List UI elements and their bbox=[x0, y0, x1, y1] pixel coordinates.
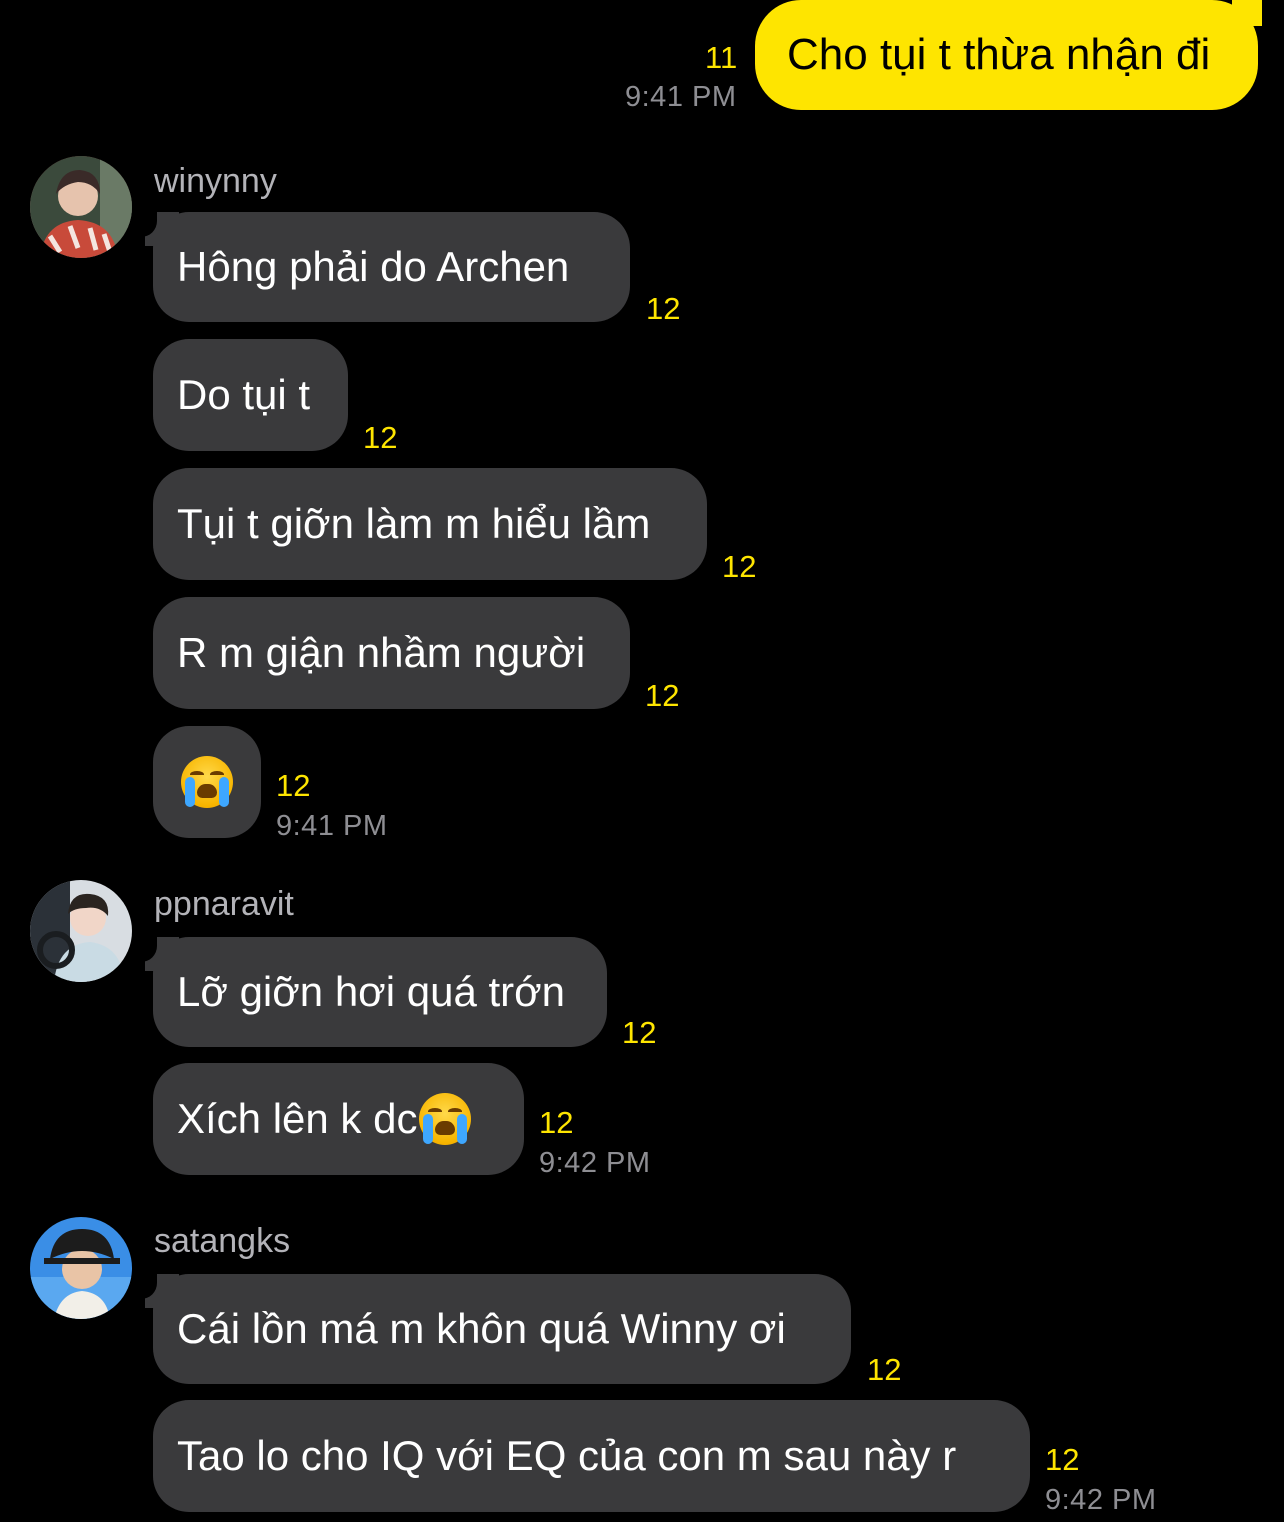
message-bubble[interactable]: Cái lồn má m khôn quá Winny ơi bbox=[141, 1273, 851, 1384]
message-text: Tụi t giỡn làm m hiểu lầm bbox=[177, 500, 651, 547]
read-count: 12 bbox=[646, 291, 681, 326]
avatar-winynny[interactable] bbox=[30, 156, 132, 258]
message-text: R m giận nhầm người bbox=[177, 629, 586, 676]
read-count: 12 bbox=[1045, 1442, 1080, 1477]
user-avatar-icon bbox=[30, 156, 132, 258]
read-count: 12 bbox=[645, 678, 680, 713]
message-bubble[interactable]: Lỡ giỡn hơi quá trớn bbox=[141, 936, 607, 1047]
message-text: Lỡ giỡn hơi quá trớn bbox=[177, 968, 566, 1015]
message-text: Tao lo cho IQ với EQ của con m sau này r bbox=[177, 1432, 957, 1479]
message-bubble[interactable]: Hông phải do Archen bbox=[141, 211, 630, 322]
timestamp: 9:42 PM bbox=[1045, 1484, 1157, 1516]
timestamp: 9:42 PM bbox=[539, 1147, 651, 1179]
loudly-crying-face-icon bbox=[181, 756, 233, 808]
message-bubble[interactable]: Xích lên k dc bbox=[153, 1063, 524, 1175]
sent-message-bubble[interactable]: Cho tụi t thừa nhận đi bbox=[755, 0, 1262, 110]
message-bubble[interactable]: Tụi t giỡn làm m hiểu lầm bbox=[153, 468, 707, 580]
read-count: 12 bbox=[867, 1352, 902, 1387]
message-text: Hông phải do Archen bbox=[177, 243, 570, 290]
message-bubble[interactable]: Do tụi t bbox=[153, 339, 348, 451]
sent-message-text: Cho tụi t thừa nhận đi bbox=[787, 30, 1211, 79]
read-count: 12 bbox=[276, 768, 311, 803]
read-count: 12 bbox=[363, 420, 398, 455]
avatar-satangks[interactable] bbox=[30, 1217, 132, 1319]
sender-name: winynny bbox=[154, 162, 277, 200]
bubble-tail bbox=[1232, 0, 1262, 26]
user-avatar-icon bbox=[30, 1217, 132, 1319]
timestamp: 9:41 PM bbox=[276, 810, 388, 842]
user-avatar-icon bbox=[30, 880, 132, 982]
read-count: 12 bbox=[539, 1105, 574, 1140]
loudly-crying-face-icon bbox=[419, 1093, 472, 1145]
read-count: 12 bbox=[722, 549, 757, 584]
avatar-ppnaravit[interactable] bbox=[30, 880, 132, 982]
sender-name: ppnaravit bbox=[154, 885, 294, 923]
timestamp: 9:41 PM bbox=[625, 81, 737, 113]
read-count: 11 bbox=[705, 40, 738, 75]
emoji-message-bubble[interactable] bbox=[153, 726, 261, 838]
sender-name: satangks bbox=[154, 1222, 291, 1260]
message-text: Xích lên k dc bbox=[177, 1095, 418, 1142]
message-bubble[interactable]: R m giận nhầm người bbox=[153, 597, 630, 709]
message-text: Cái lồn má m khôn quá Winny ơi bbox=[177, 1305, 786, 1352]
message-bubble[interactable]: Tao lo cho IQ với EQ của con m sau này r bbox=[153, 1400, 1030, 1512]
read-count: 12 bbox=[622, 1015, 657, 1050]
message-text: Do tụi t bbox=[177, 371, 311, 418]
